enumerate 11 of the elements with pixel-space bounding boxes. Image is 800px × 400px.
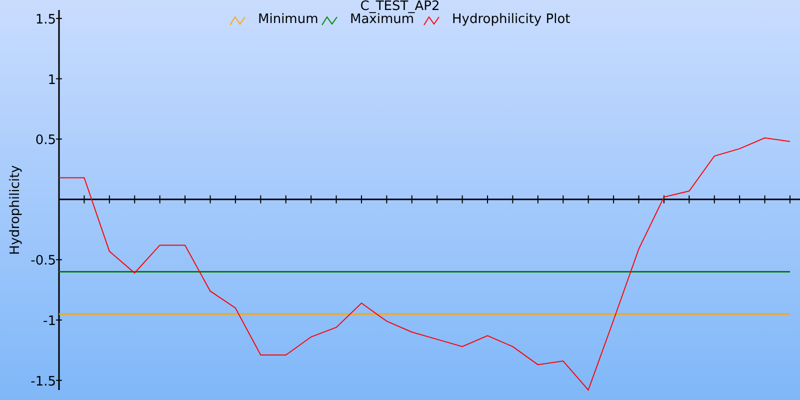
chart-title: C_TEST_AP2 [360, 0, 440, 14]
legend-label: Hydrophilicity Plot [452, 12, 570, 27]
tick-label: 0.5 [35, 133, 56, 148]
tick-label: -1 [43, 314, 56, 330]
axis-label: Hydrophilicity [8, 165, 23, 255]
tick-label: 1 [48, 72, 56, 88]
legend-label: Minimum [258, 12, 318, 27]
legend-label: Maximum [350, 12, 414, 27]
tick-label: -0.5 [30, 254, 56, 269]
tick-label: 1.5 [35, 12, 56, 28]
tick-label: -1.5 [30, 374, 56, 390]
